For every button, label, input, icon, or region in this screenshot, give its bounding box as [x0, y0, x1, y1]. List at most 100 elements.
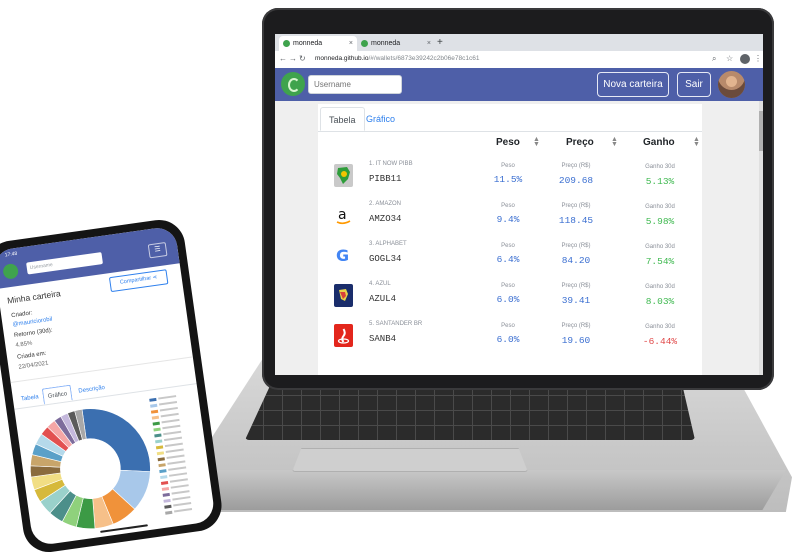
weight-value: 11.5% — [493, 174, 523, 185]
gain-value: 8.03% — [645, 296, 675, 307]
price-label: Preço (R$) — [561, 243, 591, 249]
svg-text:a: a — [338, 207, 347, 223]
legend-swatch — [164, 504, 172, 509]
gain-label: Ganho 30d — [645, 164, 675, 170]
legend-swatch — [155, 438, 163, 443]
column-header-price[interactable]: Preço — [566, 137, 594, 148]
table-row[interactable]: G 3. ALPHABET GOGL34 Peso 6.4% Preço (R$… — [318, 238, 702, 278]
close-icon[interactable]: × — [349, 40, 353, 47]
app-navbar: Nova carteira Sair — [275, 68, 763, 101]
tab-chart[interactable]: Gráfico — [41, 384, 74, 405]
username-input[interactable] — [308, 75, 402, 94]
share-button[interactable]: Compartilhar ⋖ — [108, 269, 169, 293]
table-row[interactable]: 1. IT NOW PIBB PIBB11 Peso 11.5% Preço (… — [318, 158, 702, 198]
browser-tab-strip: monneda × monneda × + — [275, 34, 763, 51]
asset-ticker: AZUL4 — [369, 294, 397, 304]
avatar[interactable] — [718, 71, 745, 98]
table-row[interactable]: a 2. AMAZON AMZO34 Peso 9.4% Preço (R$) … — [318, 198, 702, 238]
sort-icon[interactable]: ▲ ▼ — [693, 136, 700, 148]
legend-swatch — [160, 480, 169, 485]
scrollbar[interactable] — [759, 101, 763, 375]
profile-icon[interactable] — [740, 54, 750, 64]
sort-icon[interactable]: ▲ ▼ — [611, 136, 618, 148]
price-value: 209.68 — [558, 175, 594, 186]
zoom-icon[interactable]: ⌕ — [712, 54, 716, 64]
table-row[interactable]: 5. SANTANDER BR SANB4 Peso 6.0% Preço (R… — [318, 318, 702, 358]
gain-label: Ganho 30d — [645, 284, 675, 290]
wallet-card: Tabela Gráfico Peso ▲ ▼ Preço ▲ ▼ Ganho ▲ ▼… — [318, 104, 702, 375]
legend-swatch — [155, 444, 164, 449]
return-label: Retorno (30d): — [13, 327, 53, 339]
tab-chart[interactable]: Gráfico — [358, 107, 403, 131]
more-icon[interactable]: ⋮ — [754, 54, 762, 63]
weight-value: 6.0% — [496, 334, 520, 345]
price-label: Preço (R$) — [561, 323, 591, 329]
legend-swatch — [156, 450, 165, 455]
legend-swatch — [163, 498, 171, 503]
tab-description[interactable]: Descrição — [73, 379, 110, 400]
back-icon[interactable]: ← — [279, 54, 287, 63]
legend-swatch — [153, 427, 161, 432]
browser-tab-title: monneda — [293, 40, 323, 47]
new-tab-icon[interactable]: + — [437, 37, 443, 48]
legend-swatch — [151, 415, 160, 420]
sort-icon[interactable]: ▲ ▼ — [533, 136, 540, 148]
column-header-weight[interactable]: Peso — [496, 137, 520, 148]
new-wallet-button[interactable]: Nova carteira — [597, 72, 669, 97]
laptop-screen: monneda × monneda × + ← → ↻ monneda.gith… — [275, 34, 763, 375]
return-value: 4.85% — [15, 340, 33, 349]
table-row[interactable]: 4. AZUL AZUL4 Peso 6.0% Preço (R$) 39.41… — [318, 278, 702, 318]
forward-icon[interactable]: → — [289, 54, 297, 63]
share-button-label: Compartilhar — [119, 275, 152, 286]
azul-logo-icon — [334, 284, 353, 307]
asset-ticker: GOGL34 — [369, 254, 402, 264]
reload-icon[interactable]: ↻ — [299, 54, 306, 63]
star-icon[interactable]: ☆ — [726, 54, 733, 63]
legend-label-placeholder — [174, 507, 193, 513]
url-field[interactable]: monneda.github.io/#/wallets/6873e39242c2… — [315, 55, 479, 62]
legend-swatch — [149, 403, 158, 408]
username-input[interactable]: Username — [26, 252, 104, 275]
phone-device: 17:48 Username ☰ Minha carteira Comparti… — [0, 216, 225, 555]
asset-ticker: SANB4 — [369, 334, 397, 344]
asset-name: 3. ALPHABET — [369, 241, 407, 247]
status-time: 17:48 — [4, 250, 18, 259]
browser-tab[interactable]: monneda × — [357, 36, 435, 51]
asset-name: 5. SANTANDER BR — [369, 321, 423, 327]
monneda-favicon-icon — [283, 40, 290, 47]
weight-label: Peso — [501, 283, 515, 289]
legend-swatch — [149, 397, 157, 402]
logout-button[interactable]: Sair — [677, 72, 711, 97]
weight-label: Peso — [501, 163, 515, 169]
weight-value: 6.0% — [496, 294, 520, 305]
amazon-logo-icon: a — [334, 204, 353, 227]
tab-table[interactable]: Tabela — [16, 389, 44, 408]
gain-value: 7.54% — [645, 256, 675, 267]
price-value: 118.45 — [558, 215, 594, 226]
asset-ticker: AMZO34 — [369, 214, 402, 224]
asset-name: 2. AMAZON — [369, 201, 402, 207]
price-value: 19.60 — [561, 335, 591, 346]
browser-tab-title: monneda — [371, 40, 401, 47]
legend-swatch — [159, 468, 167, 473]
close-icon[interactable]: × — [427, 40, 431, 47]
creator-link[interactable]: @mauriciorobil — [12, 317, 53, 329]
column-header-gain[interactable]: Ganho — [643, 137, 675, 148]
allocation-donut-chart — [30, 401, 151, 530]
created-label: Criada em: — [16, 350, 47, 361]
url-host: monneda.github.io — [315, 55, 369, 62]
svg-text:G: G — [336, 246, 349, 265]
monneda-logo-icon[interactable] — [2, 262, 20, 280]
google-logo-icon: G — [334, 244, 353, 267]
address-bar: ← → ↻ monneda.github.io/#/wallets/6873e3… — [275, 51, 763, 69]
weight-value: 6.4% — [496, 254, 520, 265]
gain-value: 5.98% — [645, 216, 675, 227]
browser-tab[interactable]: monneda × — [279, 36, 357, 51]
weight-value: 9.4% — [496, 214, 520, 225]
created-value: 22/04/2021 — [18, 360, 49, 371]
monneda-logo-icon[interactable] — [281, 72, 305, 96]
santander-logo-icon — [334, 324, 353, 347]
hamburger-menu-icon[interactable]: ☰ — [147, 242, 168, 259]
donut-slice[interactable] — [81, 401, 151, 480]
creator-label: Criador: — [10, 310, 33, 320]
